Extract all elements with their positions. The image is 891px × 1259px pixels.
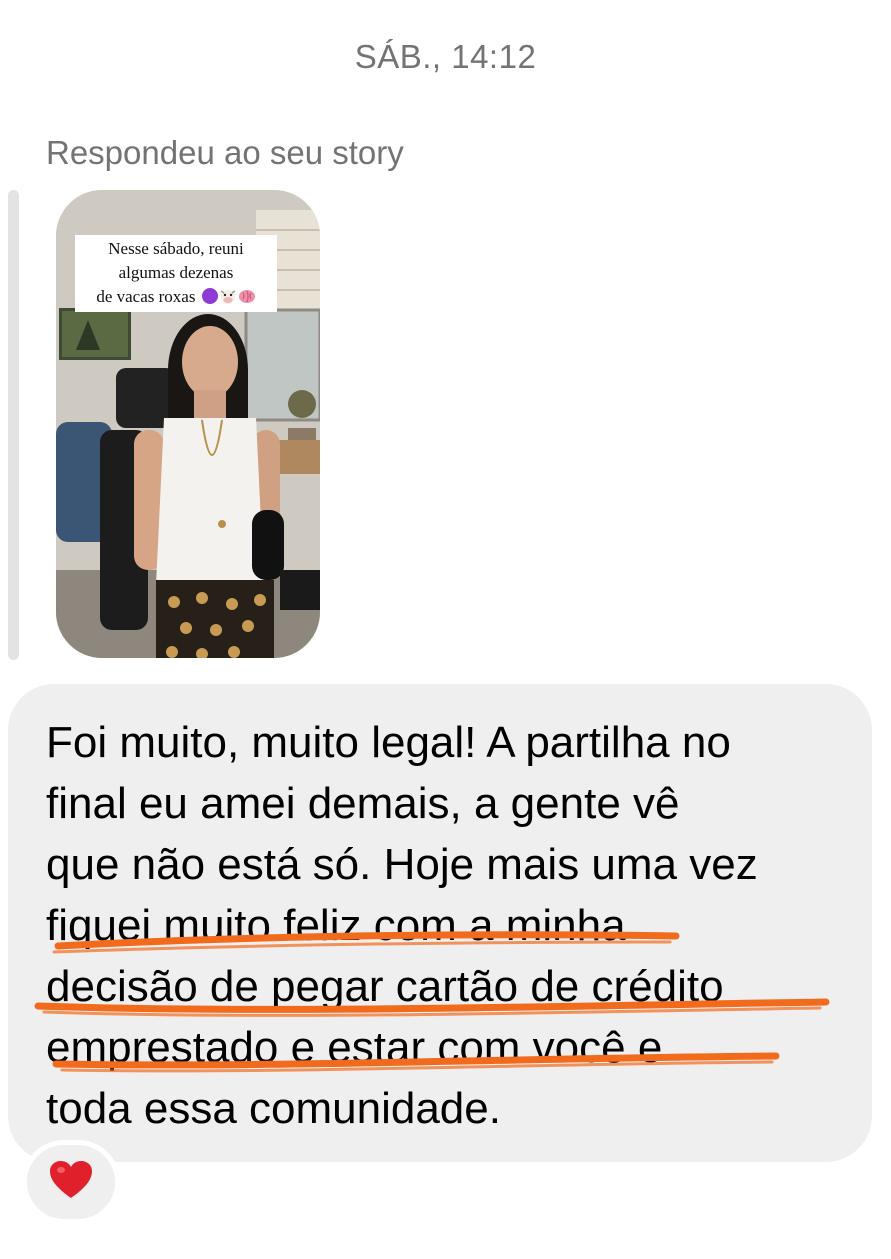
message-text: Foi muito, muito legal! A partilha no fi… xyxy=(46,718,758,1133)
story-reply-label: Respondeu ao seu story xyxy=(46,134,404,171)
reaction-badge[interactable] xyxy=(22,1140,120,1224)
story-caption: Nesse sábado, reuni algumas dezenas de v… xyxy=(75,235,277,312)
story-caption-line: Nesse sábado, reuni xyxy=(108,239,244,258)
timestamp: SÁB., 14:12 xyxy=(354,38,537,75)
brain-icon xyxy=(238,287,256,305)
story-thumbnail[interactable]: Nesse sábado, reuni algumas dezenas de v… xyxy=(56,190,320,658)
message-bubble[interactable]: Foi muito, muito legal! A partilha no fi… xyxy=(8,684,872,1162)
story-reply-bar xyxy=(8,190,19,660)
cow-face-icon xyxy=(219,287,237,305)
red-heart-icon xyxy=(49,1160,93,1205)
story-caption-line-text: de vacas roxas xyxy=(96,287,196,306)
story-caption-line: algumas dezenas xyxy=(118,263,234,282)
purple-circle-icon xyxy=(201,288,218,304)
story-caption-line: de vacas roxas xyxy=(77,285,275,309)
